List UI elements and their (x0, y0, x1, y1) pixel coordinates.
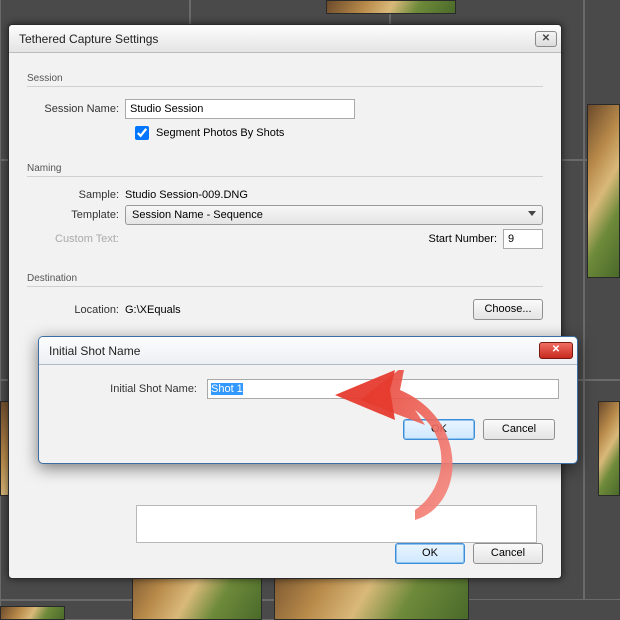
shot-name-input[interactable]: Shot 1 (207, 379, 559, 399)
modal-titlebar[interactable]: Initial Shot Name ✕ (39, 337, 577, 365)
dialog-title: Tethered Capture Settings (19, 32, 535, 46)
segment-photos-label: Segment Photos By Shots (156, 127, 284, 139)
shot-name-value: Shot 1 (211, 383, 243, 395)
modal-ok-button[interactable]: OK (403, 419, 475, 440)
thumbnail[interactable] (587, 104, 620, 278)
choose-button[interactable]: Choose... (473, 299, 543, 320)
start-number-input[interactable] (503, 229, 543, 249)
session-name-label: Session Name: (27, 103, 125, 115)
location-value: G:\XEquals (125, 304, 473, 316)
modal-cancel-button[interactable]: Cancel (483, 419, 555, 440)
location-label: Location: (27, 304, 125, 316)
segment-photos-checkbox[interactable] (135, 126, 149, 140)
thumbnail[interactable] (326, 0, 456, 14)
ok-button[interactable]: OK (395, 543, 465, 564)
dialog-titlebar[interactable]: Tethered Capture Settings ✕ (9, 25, 561, 53)
chevron-down-icon (528, 211, 536, 216)
sample-value: Studio Session-009.DNG (125, 189, 248, 201)
shot-name-label: Initial Shot Name: (57, 383, 207, 395)
template-value: Session Name - Sequence (132, 209, 263, 221)
group-session-label: Session (27, 69, 543, 87)
start-number-label: Start Number: (429, 233, 497, 245)
thumbnail[interactable] (0, 606, 65, 620)
template-select[interactable]: Session Name - Sequence (125, 205, 543, 225)
cancel-button[interactable]: Cancel (473, 543, 543, 564)
group-naming-label: Naming (27, 159, 543, 177)
obscured-area (136, 505, 537, 543)
tethered-capture-dialog: Tethered Capture Settings ✕ Session Sess… (8, 24, 562, 579)
close-icon[interactable]: ✕ (535, 31, 557, 47)
session-name-input[interactable] (125, 99, 355, 119)
modal-title: Initial Shot Name (49, 344, 539, 358)
custom-text-label: Custom Text: (27, 233, 125, 245)
close-icon[interactable]: ✕ (539, 342, 573, 359)
group-destination-label: Destination (27, 269, 543, 287)
initial-shot-name-dialog: Initial Shot Name ✕ Initial Shot Name: S… (38, 336, 578, 464)
sample-label: Sample: (27, 189, 125, 201)
thumbnail[interactable] (598, 401, 620, 496)
template-label: Template: (27, 209, 125, 221)
